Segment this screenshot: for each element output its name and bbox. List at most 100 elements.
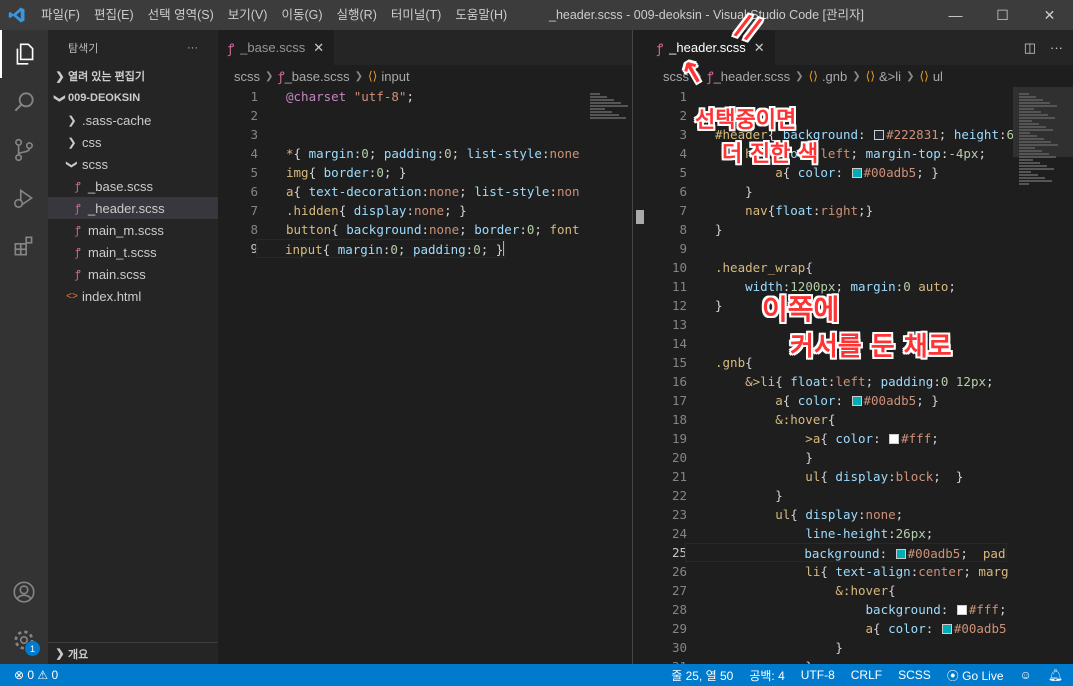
code-text: }: [745, 184, 753, 199]
code-line[interactable]: 17 a{ color: #00adb5; }: [647, 391, 1073, 410]
code-line[interactable]: 23 ul{ display:none;: [647, 505, 1073, 524]
code-line[interactable]: 9 input{ margin:0; padding:0; }: [218, 239, 632, 258]
editor-divider[interactable]: [632, 30, 647, 664]
chevron-right-icon: ❯: [67, 114, 77, 127]
tab-base-scss[interactable]: ꝭ _base.scss ✕: [218, 30, 335, 65]
menu-item[interactable]: 보기(V): [221, 0, 275, 30]
code-line[interactable]: 5 a{ color: #00adb5; }: [647, 163, 1073, 182]
code-line[interactable]: 11 width:1200px; margin:0 auto;: [647, 277, 1073, 296]
outline-section[interactable]: ❯ 개요: [48, 642, 218, 664]
eol[interactable]: CRLF: [851, 668, 882, 682]
code-editor-left[interactable]: 1 @charset "utf-8"; 2 3 4 *{ margin:0; paddin…: [218, 87, 632, 664]
code-line[interactable]: 12}: [647, 296, 1073, 315]
settings-gear-icon[interactable]: 1: [0, 616, 48, 664]
minimap-line: [1019, 171, 1031, 173]
code-line[interactable]: 3: [218, 125, 632, 144]
close-tab-icon[interactable]: ✕: [754, 40, 765, 56]
close-icon[interactable]: ✕: [1026, 0, 1073, 30]
accounts-icon[interactable]: [0, 568, 48, 616]
source-control-icon[interactable]: [0, 126, 48, 174]
minimap-line: [1019, 108, 1034, 110]
extensions-icon[interactable]: [0, 222, 48, 270]
menu-item[interactable]: 터미널(T): [384, 0, 448, 30]
explorer-icon[interactable]: [0, 30, 48, 78]
minimize-icon[interactable]: —: [932, 0, 979, 30]
code-line[interactable]: 16 &>li{ float:left; padding:0 12px;: [647, 372, 1073, 391]
more-actions-icon[interactable]: ···: [187, 42, 198, 54]
code-line[interactable]: 22 }: [647, 486, 1073, 505]
tree-item[interactable]: ꝭ _base.scss: [48, 175, 218, 197]
tree-item[interactable]: ꝭ main_m.scss: [48, 219, 218, 241]
code-line[interactable]: 1 @charset "utf-8";: [218, 87, 632, 106]
code-line[interactable]: 4 *{ margin:0; padding:0; list-style:none: [218, 144, 632, 163]
menu-item[interactable]: 선택 영역(S): [141, 0, 221, 30]
go-live-button[interactable]: ⦿ Go Live: [947, 667, 1004, 684]
minimap[interactable]: [584, 87, 632, 664]
run-debug-icon[interactable]: [0, 174, 48, 222]
code-line[interactable]: 21 ul{ display:block; }: [647, 467, 1073, 486]
breadcrumb-item[interactable]: .gnb: [822, 69, 847, 84]
code-line[interactable]: 28 background: #fff;: [647, 600, 1073, 619]
code-line[interactable]: 8}: [647, 220, 1073, 239]
menu-item[interactable]: 이동(G): [274, 0, 329, 30]
code-line[interactable]: 24 line-height:26px;: [647, 524, 1073, 543]
code-line[interactable]: 7 nav{float:right;}: [647, 201, 1073, 220]
code-line[interactable]: 26 li{ text-align:center; marg: [647, 562, 1073, 581]
tree-item[interactable]: ꝭ main.scss: [48, 263, 218, 285]
menu-item[interactable]: 실행(R): [330, 0, 384, 30]
breadcrumb-item[interactable]: ul: [933, 69, 943, 84]
menu-item[interactable]: 편집(E): [87, 0, 141, 30]
code-line[interactable]: 8 button{ background:none; border:0; font: [218, 220, 632, 239]
code-line[interactable]: 25 background: #00adb5; pad: [647, 543, 1073, 562]
feedback-icon[interactable]: ☺: [1020, 668, 1032, 682]
code-line[interactable]: 6 a{ text-decoration:none; list-style:non: [218, 182, 632, 201]
breadcrumb-item[interactable]: scss: [234, 69, 260, 84]
code-line[interactable]: 2: [218, 106, 632, 125]
tree-item[interactable]: ❯ css: [48, 131, 218, 153]
code-line[interactable]: 10 .header_wrap{: [647, 258, 1073, 277]
more-actions-icon[interactable]: ···: [1050, 40, 1063, 55]
scroll-handle[interactable]: [636, 210, 644, 224]
indentation[interactable]: 공백: 4: [749, 667, 784, 684]
code-line[interactable]: 9: [647, 239, 1073, 258]
code-line[interactable]: 27 &:hover{: [647, 581, 1073, 600]
tree-item[interactable]: <> index.html: [48, 285, 218, 307]
annotation-text: 더 진한 색: [722, 142, 819, 167]
bell-icon[interactable]: 🔔︎: [1048, 668, 1063, 682]
tree-item[interactable]: ꝭ _header.scss: [48, 197, 218, 219]
minimap[interactable]: [1013, 87, 1073, 664]
code-line[interactable]: 4 h1{ float:left; margin-top:-4px;: [647, 144, 1073, 163]
close-tab-icon[interactable]: ✕: [313, 40, 324, 56]
language-mode[interactable]: SCSS: [898, 668, 931, 682]
code-line[interactable]: 31 }: [647, 657, 1073, 664]
code-line[interactable]: 18 &:hover{: [647, 410, 1073, 429]
open-editors-section[interactable]: ❯ 열려 있는 편집기: [48, 65, 218, 87]
breadcrumb-item[interactable]: input: [381, 69, 409, 84]
menu-item[interactable]: 도움말(H): [448, 0, 514, 30]
menu-item[interactable]: 파일(F): [34, 0, 87, 30]
tree-item-label: _header.scss: [88, 200, 165, 216]
code-line[interactable]: 29 a{ color: #00adb5: [647, 619, 1073, 638]
tree-item[interactable]: ❯ scss: [48, 153, 218, 175]
encoding[interactable]: UTF-8: [801, 668, 835, 682]
search-icon[interactable]: [0, 78, 48, 126]
split-editor-icon[interactable]: ◫: [1024, 40, 1036, 56]
maximize-icon[interactable]: ☐: [979, 0, 1026, 30]
breadcrumb-item[interactable]: _base.scss: [285, 69, 350, 84]
breadcrumb-item[interactable]: &>li: [879, 69, 901, 84]
code-line[interactable]: 5 img{ border:0; }: [218, 163, 632, 182]
tree-item[interactable]: ꝭ main_t.scss: [48, 241, 218, 263]
cursor-position[interactable]: 줄 25, 열 50: [671, 667, 733, 684]
code-line[interactable]: 7 .hidden{ display:none; }: [218, 201, 632, 220]
code-line[interactable]: 30 }: [647, 638, 1073, 657]
problems-status[interactable]: ⊗ 0 ⚠ 0: [14, 668, 58, 682]
code-line[interactable]: 20 }: [647, 448, 1073, 467]
project-section[interactable]: ❯ 009-DEOKSIN: [48, 87, 218, 109]
code-editor-right[interactable]: 1 2 3 #header{ background: #222831; height:…: [647, 87, 1073, 664]
code-line[interactable]: 19 >a{ color: #fff;: [647, 429, 1073, 448]
breadcrumb-item[interactable]: _header.scss: [714, 69, 791, 84]
tree-item[interactable]: ❯ .sass-cache: [48, 109, 218, 131]
code-text: }: [835, 640, 843, 655]
minimap-line: [1019, 99, 1043, 101]
code-line[interactable]: 6 }: [647, 182, 1073, 201]
